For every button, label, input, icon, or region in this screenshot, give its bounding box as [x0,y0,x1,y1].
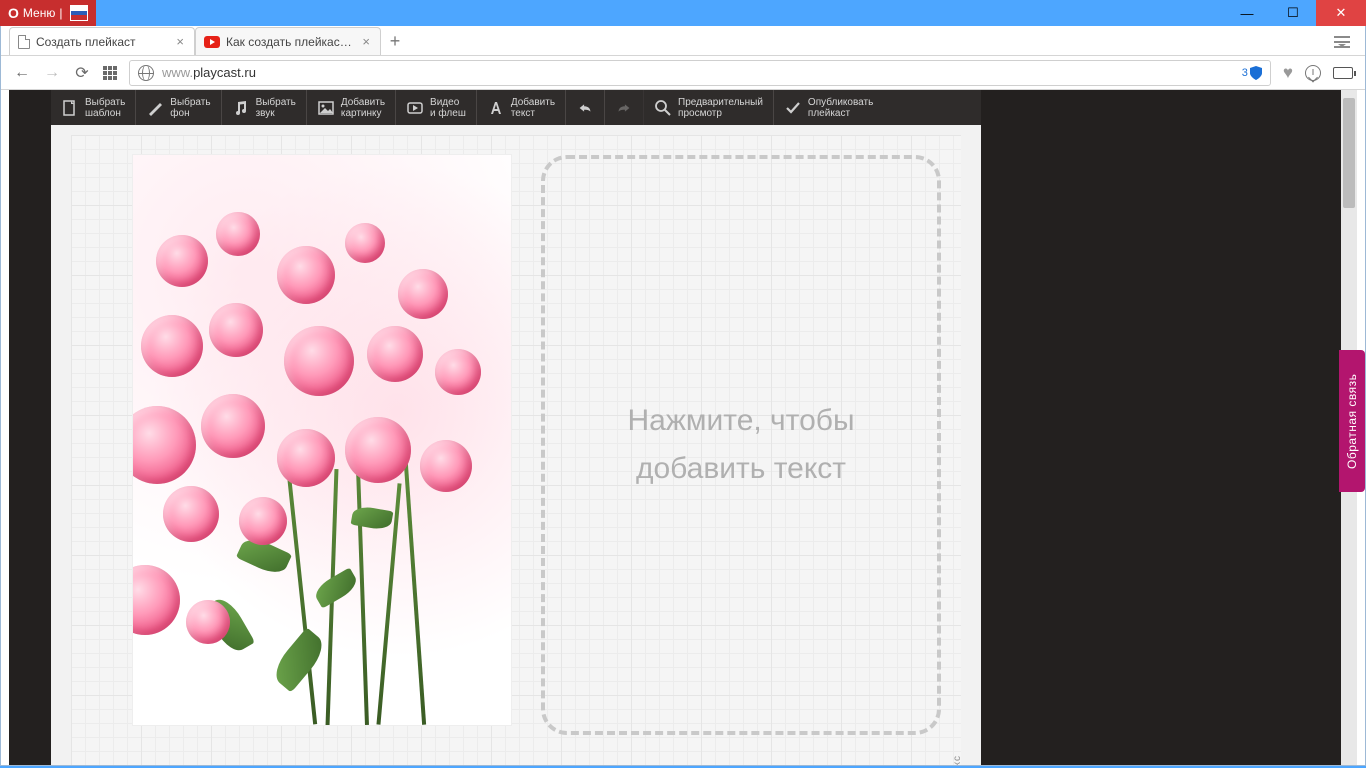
nav-forward-button[interactable]: → [43,64,61,82]
video-icon [406,99,424,117]
tab-youtube-howto[interactable]: Как создать плейкаст - Yo… × [195,27,381,55]
text-placeholder-slot[interactable]: Нажмите, чтобы добавить текст [541,155,941,735]
redo-icon [615,99,633,117]
downloads-icon[interactable] [1305,65,1321,81]
youtube-icon [204,36,220,48]
tab-close-button[interactable]: × [360,34,372,49]
editor-toolbar: Выбратьшаблон Выбратьфон Выбратьзвук Доб… [51,90,981,125]
scrollbar-thumb[interactable] [1343,98,1355,208]
tool-select-sound[interactable]: Выбратьзвук [222,90,307,125]
tab-title: Как создать плейкаст - Yo… [226,35,354,49]
undo-icon [576,99,594,117]
template-icon [61,99,79,117]
image-icon [317,99,335,117]
magnifier-icon [654,99,672,117]
tool-select-template[interactable]: Выбратьшаблон [51,90,136,125]
image-slot[interactable] [133,155,511,725]
tool-label: Выбратьзвук [256,97,296,119]
tool-redo[interactable] [605,90,644,125]
new-tab-button[interactable]: + [381,27,409,55]
tab-playcast-create[interactable]: Создать плейкаст × [9,27,195,55]
tool-label: Добавитькартинку [341,97,385,119]
window-controls: — ☐ ✕ [1224,0,1366,26]
url-text: www.playcast.ru [162,65,256,80]
nav-back-button[interactable]: ← [13,64,31,82]
tab-strip: Создать плейкаст × Как создать плейкаст … [1,26,1365,56]
canvas-grid[interactable]: Нажмите, чтобы добавить текст 950 пикс [71,135,961,765]
roses-image [133,155,511,725]
ruler-width-label: 950 пикс [952,755,963,765]
tool-add-video[interactable]: Видеои флеш [396,90,477,125]
document-icon [18,35,30,49]
flag-icon [70,5,88,21]
globe-icon [138,65,154,81]
tool-label: Предварительныйпросмотр [678,97,763,119]
tool-label: Выбратьшаблон [85,97,125,119]
tool-preview[interactable]: Предварительныйпросмотр [644,90,774,125]
window-title-bar: O Меню | — ☐ ✕ [0,0,1366,26]
address-field[interactable]: www.playcast.ru 3 [129,60,1271,86]
window-minimize-button[interactable]: — [1224,0,1270,26]
tool-add-text[interactable]: Добавитьтекст [477,90,566,125]
tool-publish[interactable]: Опубликоватьплейкаст [774,90,883,125]
window-maximize-button[interactable]: ☐ [1270,0,1316,26]
tool-undo[interactable] [566,90,605,125]
menu-separator: | [59,6,62,20]
feedback-tab[interactable]: Обратная связь [1339,350,1365,492]
editor-panel: Выбратьшаблон Выбратьфон Выбратьзвук Доб… [51,90,981,765]
tool-select-background[interactable]: Выбратьфон [136,90,221,125]
menu-label: Меню [23,6,55,20]
tool-add-picture[interactable]: Добавитькартинку [307,90,396,125]
app-background: Выбратьшаблон Выбратьфон Выбратьзвук Доб… [9,90,1357,765]
nav-reload-button[interactable]: ⟳ [73,63,91,83]
tool-label: Выбратьфон [170,97,210,119]
tool-label: Добавитьтекст [511,97,555,119]
window-close-button[interactable]: ✕ [1316,0,1366,26]
panel-toggle-button[interactable] [1329,29,1355,55]
bookmark-heart-icon[interactable]: ♥ [1283,63,1293,83]
opera-icon: O [8,5,19,21]
tab-close-button[interactable]: × [174,34,186,49]
address-bar-row: ← → ⟳ www.playcast.ru 3 ♥ [1,56,1365,90]
checkmark-icon [784,99,802,117]
page-content: Выбратьшаблон Выбратьфон Выбратьзвук Доб… [1,90,1365,765]
text-placeholder-label: Нажмите, чтобы добавить текст [545,397,937,493]
tool-label: Опубликоватьплейкаст [808,97,873,119]
browser-chrome: Создать плейкаст × Как создать плейкаст … [0,26,1366,766]
blocker-badge[interactable]: 3 [1242,66,1262,80]
tool-label: Видеои флеш [430,97,466,119]
browser-menu-button[interactable]: O Меню | [0,0,96,26]
battery-saver-icon[interactable] [1333,67,1353,79]
brush-icon [146,99,164,117]
music-icon [232,99,250,117]
speed-dial-button[interactable] [103,66,117,80]
text-icon [487,99,505,117]
tab-title: Создать плейкаст [36,35,168,49]
